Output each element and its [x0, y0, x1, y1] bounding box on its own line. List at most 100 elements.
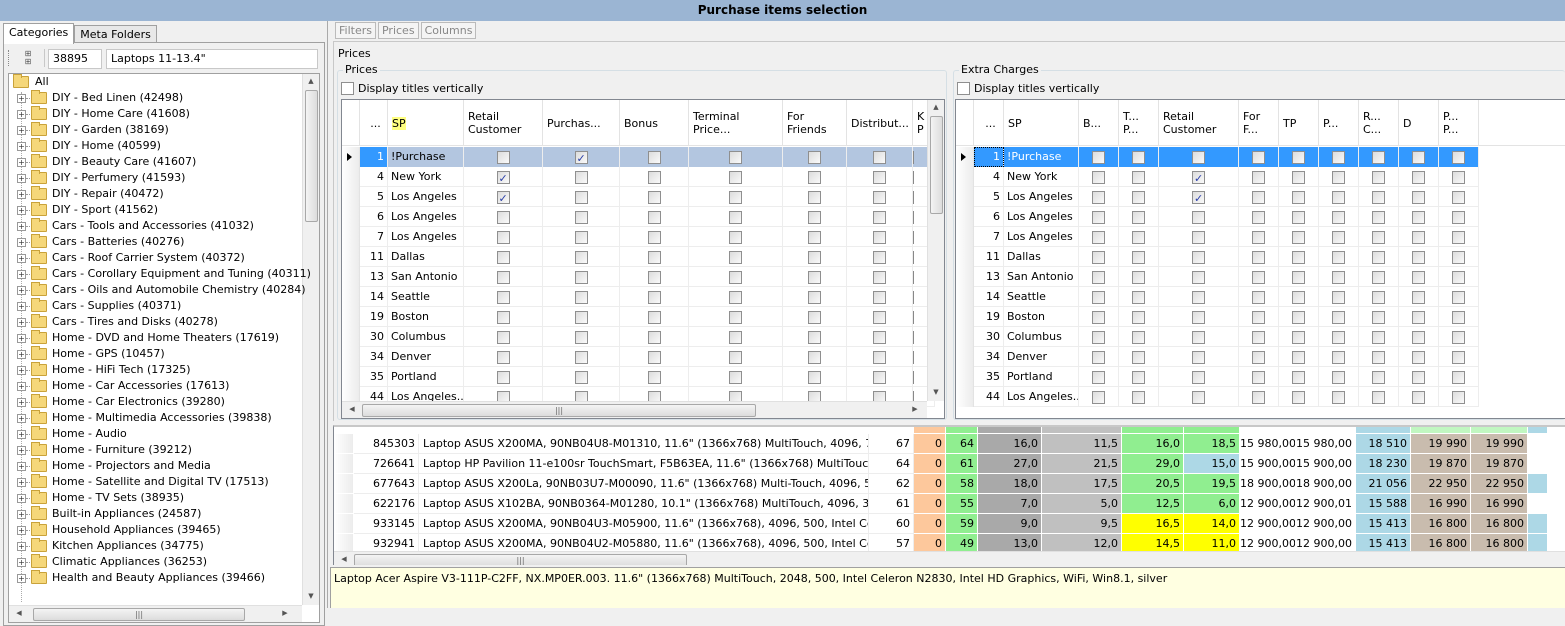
checkbox[interactable]: [1332, 270, 1345, 284]
checkbox-cell[interactable]: [620, 187, 689, 207]
checkbox[interactable]: [1092, 310, 1105, 324]
checkbox[interactable]: [1192, 330, 1205, 344]
checkbox-cell[interactable]: [1159, 327, 1239, 347]
prices-scroll-thumb[interactable]: [930, 116, 943, 214]
checkbox-cell[interactable]: [1399, 247, 1439, 267]
column-header[interactable]: Retail Customer: [464, 100, 543, 146]
checkbox[interactable]: [1132, 270, 1145, 284]
checkbox[interactable]: [808, 170, 821, 184]
checkbox-cell[interactable]: [543, 287, 620, 307]
checkbox[interactable]: [1192, 250, 1205, 264]
checkbox[interactable]: [1092, 210, 1105, 224]
checkbox-cell[interactable]: [1319, 347, 1359, 367]
row-header[interactable]: [956, 387, 974, 407]
checkbox-cell[interactable]: [783, 367, 847, 387]
scroll-up-icon[interactable]: ▲: [303, 77, 319, 85]
expand-plus-icon[interactable]: +: [17, 382, 26, 391]
checkbox-cell[interactable]: [847, 287, 913, 307]
checkbox-cell[interactable]: [847, 327, 913, 347]
checkbox[interactable]: [1412, 210, 1425, 224]
row-header[interactable]: [342, 267, 360, 287]
checkbox-cell[interactable]: [1159, 167, 1239, 187]
checkbox-cell[interactable]: [1159, 247, 1239, 267]
checkbox[interactable]: [574, 190, 588, 204]
checkbox[interactable]: [1192, 210, 1205, 224]
checkbox-cell[interactable]: [1279, 387, 1319, 407]
checkbox-cell[interactable]: [1159, 147, 1239, 167]
checkbox-cell[interactable]: [1119, 247, 1159, 267]
checkbox-cell[interactable]: [1159, 367, 1239, 387]
checkbox[interactable]: [729, 190, 742, 204]
checkbox-cell[interactable]: [1279, 287, 1319, 307]
checkbox-cell[interactable]: [689, 207, 783, 227]
checkbox[interactable]: [729, 250, 742, 264]
checkbox[interactable]: [1252, 350, 1265, 364]
scroll-down-icon[interactable]: ▼: [928, 388, 944, 396]
checkbox-cell[interactable]: [1359, 227, 1399, 247]
expand-plus-icon[interactable]: +: [17, 142, 26, 151]
checkbox-cell[interactable]: [620, 287, 689, 307]
checkbox-cell[interactable]: [783, 347, 847, 367]
checkbox-cell[interactable]: [543, 347, 620, 367]
checkbox-cell[interactable]: [783, 227, 847, 247]
expand-plus-icon[interactable]: +: [17, 222, 26, 231]
checkbox[interactable]: [873, 350, 886, 364]
checkbox-cell[interactable]: [1439, 147, 1479, 167]
checkbox-cell[interactable]: [1119, 167, 1159, 187]
checkbox-cell[interactable]: [1399, 227, 1439, 247]
checkbox[interactable]: [1192, 350, 1205, 364]
checkbox[interactable]: [1092, 190, 1105, 204]
checkbox-cell[interactable]: [1399, 287, 1439, 307]
checkbox-cell[interactable]: [1239, 347, 1279, 367]
checkbox[interactable]: [1332, 370, 1345, 384]
expand-plus-icon[interactable]: +: [17, 494, 26, 503]
checkbox[interactable]: [1452, 370, 1465, 384]
checkbox[interactable]: [873, 170, 886, 184]
checkbox[interactable]: [1252, 150, 1265, 164]
scroll-down-icon[interactable]: ▼: [303, 592, 319, 600]
row-header[interactable]: [956, 167, 974, 187]
checkbox-cell[interactable]: [1399, 347, 1439, 367]
checkbox[interactable]: [729, 210, 742, 224]
checkbox[interactable]: [1452, 330, 1465, 344]
checkbox-cell[interactable]: [1279, 327, 1319, 347]
expand-plus-icon[interactable]: +: [17, 574, 26, 583]
column-header[interactable]: ...: [974, 100, 1004, 146]
expand-plus-icon[interactable]: +: [17, 110, 26, 119]
expand-plus-icon[interactable]: +: [17, 158, 26, 167]
items-grid[interactable]: 845303 Laptop ASUS X200MA, 90NB04U8-M0131…: [333, 425, 1565, 565]
scroll-left-icon[interactable]: ◀: [344, 405, 360, 413]
checkbox[interactable]: [647, 210, 661, 224]
checkbox[interactable]: [1332, 290, 1345, 304]
tab-categories[interactable]: Categories: [3, 23, 75, 44]
checkbox-cell[interactable]: [1079, 167, 1119, 187]
checkbox-cell[interactable]: [1119, 187, 1159, 207]
prices-vertical-scrollbar[interactable]: ▲ ▼: [927, 100, 944, 401]
checkbox-cell[interactable]: [1159, 387, 1239, 407]
checkbox-cell[interactable]: [1439, 347, 1479, 367]
grid-row[interactable]: 4 New York: [342, 167, 935, 187]
checkbox[interactable]: [574, 170, 588, 184]
checkbox[interactable]: [1252, 230, 1265, 244]
checkbox[interactable]: [496, 150, 510, 164]
checkbox-cell[interactable]: [1359, 147, 1399, 167]
row-header[interactable]: [956, 307, 974, 327]
row-header[interactable]: [956, 367, 974, 387]
grid-row[interactable]: 34 Denver: [342, 347, 935, 367]
checkbox[interactable]: [496, 270, 510, 284]
checkbox[interactable]: [1292, 190, 1305, 204]
checkbox-cell[interactable]: [1239, 247, 1279, 267]
checkbox[interactable]: [1412, 150, 1425, 164]
checkbox[interactable]: [647, 170, 661, 184]
scroll-right-icon[interactable]: ▶: [277, 609, 293, 617]
checkbox-cell[interactable]: [783, 267, 847, 287]
checkbox[interactable]: [873, 270, 886, 284]
row-header[interactable]: [956, 267, 974, 287]
column-header[interactable]: SP: [1004, 100, 1079, 146]
checkbox[interactable]: [1332, 310, 1345, 324]
checkbox-cell[interactable]: [543, 367, 620, 387]
checkbox-cell[interactable]: [1439, 267, 1479, 287]
grid-row[interactable]: 6 Los Angeles: [342, 207, 935, 227]
grid-row[interactable]: 11 Dallas: [956, 247, 1479, 267]
row-header[interactable]: [956, 227, 974, 247]
